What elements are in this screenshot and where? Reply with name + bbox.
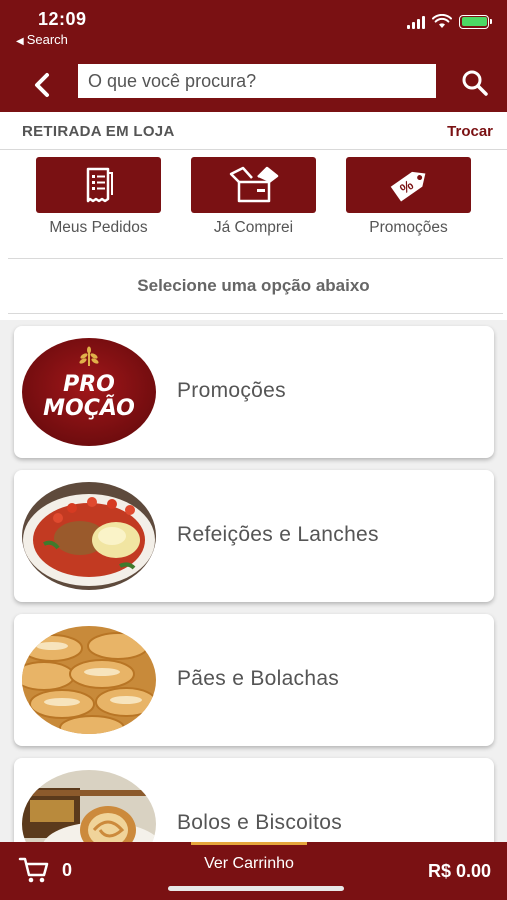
promotions-tile: % — [346, 157, 471, 213]
wifi-icon — [432, 14, 452, 28]
back-app-label: Search — [26, 32, 68, 47]
section-title: Selecione uma opção abaixo — [137, 276, 370, 295]
divider — [8, 313, 503, 314]
signal-icon — [407, 15, 425, 29]
divider — [8, 258, 503, 259]
already-bought-label: Já Comprei — [213, 219, 294, 236]
category-card-refeicoes-lanches[interactable]: Refeições e Lanches — [14, 470, 494, 602]
cart-bar: 0 Ver Carrinho R$ 0.00 — [0, 842, 507, 900]
back-triangle-icon: ◀ — [16, 36, 24, 47]
my-orders-tile — [36, 157, 161, 213]
pickup-mode-label: RETIRADA EM LOJA — [22, 123, 175, 140]
promotions-button[interactable]: % Promoções — [346, 157, 471, 237]
my-orders-label: Meus Pedidos — [49, 219, 148, 236]
cake-roll-image — [22, 770, 156, 842]
category-label: Pães e Bolachas — [177, 667, 340, 690]
category-card-paes-bolachas[interactable]: Pães e Bolachas — [14, 614, 494, 746]
already-bought-tile — [191, 157, 316, 213]
search-button[interactable] — [455, 63, 495, 103]
search-input[interactable] — [78, 64, 436, 98]
battery-icon — [459, 14, 492, 29]
category-label: Refeições e Lanches — [177, 523, 379, 546]
shopping-cart-icon — [18, 857, 49, 883]
my-orders-button[interactable]: Meus Pedidos — [36, 157, 161, 237]
promo-badge-line1: PRO — [63, 372, 115, 397]
view-cart-button[interactable]: Ver Carrinho — [191, 842, 307, 882]
promo-badge-image: PRO MOÇÃO — [22, 338, 156, 446]
status-bar: 12:09 ◀ Search — [0, 0, 507, 58]
back-button[interactable] — [24, 67, 60, 103]
category-label: Bolos e Biscoitos — [177, 811, 343, 834]
meal-plate-image — [22, 482, 156, 590]
promotions-label: Promoções — [369, 219, 448, 236]
back-to-search-link[interactable]: ◀ Search — [16, 32, 68, 47]
cart-count: 0 — [62, 859, 73, 880]
category-card-promocoes[interactable]: PRO MOÇÃO Promoções — [14, 326, 494, 458]
price-tag-percent-icon: % — [390, 171, 425, 202]
home-indicator[interactable] — [168, 886, 344, 891]
category-list: PRO MOÇÃO Promoções Refeições e Lanches — [0, 320, 507, 842]
search-icon — [462, 70, 488, 96]
already-bought-button[interactable]: Já Comprei — [191, 157, 316, 237]
receipt-icon — [86, 167, 113, 203]
promo-badge-line2: MOÇÃO — [43, 396, 135, 421]
pickup-mode-bar: RETIRADA EM LOJA Trocar — [0, 112, 507, 150]
bread-rolls-image — [22, 626, 156, 734]
status-time: 12:09 — [38, 9, 87, 29]
cart-total: R$ 0.00 — [427, 861, 491, 881]
quick-actions: Meus Pedidos Já Comprei % Promoções — [0, 157, 507, 247]
open-box-icon — [229, 166, 278, 203]
category-card-bolos-biscoitos[interactable]: Bolos e Biscoitos — [14, 758, 494, 842]
cart-button[interactable]: 0 — [18, 856, 72, 884]
top-header — [0, 58, 507, 112]
status-icons — [407, 14, 492, 29]
chevron-left-icon — [35, 73, 49, 97]
category-label: Promoções — [177, 379, 286, 402]
change-pickup-link[interactable]: Trocar — [447, 123, 493, 140]
